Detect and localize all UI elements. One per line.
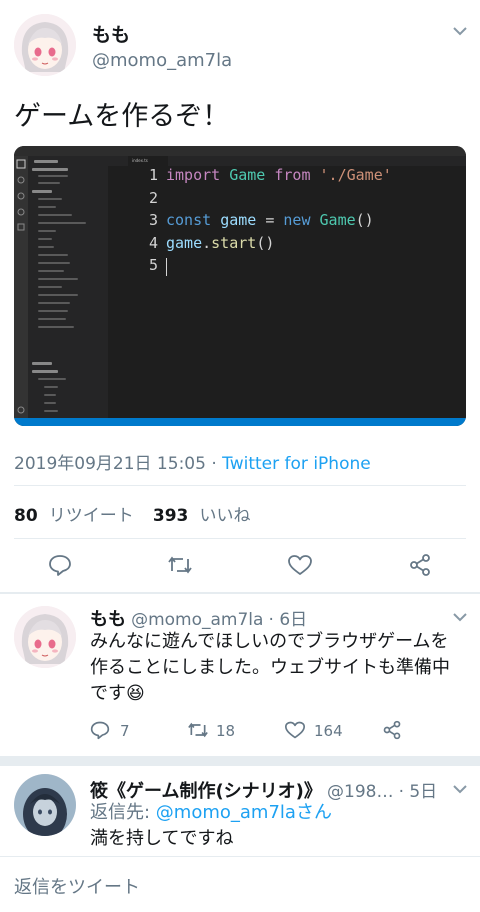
avatar[interactable] — [14, 14, 76, 76]
chevron-down-icon[interactable] — [452, 784, 468, 794]
code-line-number: 5 — [148, 256, 158, 274]
tweet-handle[interactable]: @momo_am7la — [92, 50, 232, 71]
code-line-number: 4 — [148, 233, 158, 252]
like-count[interactable]: 393 — [153, 506, 189, 526]
like-icon[interactable] — [287, 553, 313, 577]
divider — [14, 538, 466, 539]
reply-icon[interactable] — [48, 553, 72, 577]
section-separator — [0, 756, 480, 766]
tweet-text: ゲームを作るぞ！ — [14, 101, 230, 132]
reply-text-line: 作ることにしました。ウェブサイトも準備中 — [90, 657, 450, 678]
reply-text: みんなに遊んでほしいのでブラウザゲームを 作ることにしました。ウェブサイトも準備… — [90, 629, 470, 707]
editor-tab: index.ts — [128, 156, 168, 166]
like-icon[interactable] — [284, 720, 306, 740]
reply-icon[interactable] — [90, 720, 110, 740]
code-line: const game = new Game() — [166, 211, 374, 229]
avatar[interactable] — [14, 606, 76, 668]
code-line: game.start() — [166, 233, 275, 252]
code-line-number: 2 — [148, 188, 158, 207]
tweet-counts: 80 リツイート 393 いいね — [14, 501, 250, 526]
reply-handle[interactable]: @momo_am7la — [131, 610, 263, 630]
share-icon[interactable] — [382, 720, 402, 740]
editor-titlebar — [14, 146, 466, 156]
divider — [14, 485, 466, 486]
meta-separator: · — [205, 454, 223, 474]
text-cursor — [166, 258, 167, 276]
like-label[interactable]: いいね — [199, 506, 250, 526]
reply-compose-placeholder[interactable]: 返信をツイート — [14, 873, 140, 899]
reply-count: 7 — [120, 722, 130, 740]
editor-statusbar — [14, 418, 466, 426]
reply-time: · 5日 — [398, 782, 438, 802]
retweet-count: 18 — [216, 722, 236, 740]
reply-display-name[interactable]: 筱《ゲーム制作(シナリオ)》 — [90, 781, 322, 802]
explorer-sidebar — [28, 156, 108, 418]
section-separator — [0, 592, 480, 594]
reply-handle[interactable]: @198… — [327, 782, 393, 802]
reply-display-name[interactable]: もも — [90, 609, 126, 630]
reply-to-handle[interactable]: @momo_am7laさん — [156, 802, 332, 823]
code-line-number: 1 — [148, 166, 158, 184]
retweet-icon[interactable] — [186, 720, 210, 740]
reply-text-line: です😆 — [90, 683, 145, 704]
reply-header: もも @momo_am7la · 6日 — [90, 605, 307, 631]
retweet-icon[interactable] — [166, 553, 194, 577]
code-line: import Game from './Game' — [166, 166, 392, 184]
editor-tabbar: index.ts — [108, 156, 466, 166]
chevron-down-icon[interactable] — [452, 612, 468, 622]
code-line-number: 3 — [148, 211, 158, 229]
reply-to-line: 返信先: @momo_am7laさん — [90, 800, 332, 826]
tweet-meta: 2019年09月21日 15:05 · Twitter for iPhone — [14, 449, 371, 474]
share-icon[interactable] — [408, 553, 432, 577]
chevron-down-icon[interactable] — [452, 26, 468, 36]
tweet-timestamp: 2019年09月21日 15:05 — [14, 454, 206, 474]
reply-to-prefix: 返信先: — [90, 802, 156, 823]
activity-bar — [14, 156, 28, 418]
tweet-display-name[interactable]: もも — [92, 20, 130, 47]
like-count: 164 — [314, 722, 343, 740]
avatar[interactable] — [14, 774, 76, 836]
retweet-count[interactable]: 80 — [14, 506, 38, 526]
reply-compose-bar[interactable]: 返信をツイート — [0, 856, 480, 912]
tweet-source-link[interactable]: Twitter for iPhone — [222, 454, 371, 474]
retweet-label[interactable]: リツイート — [49, 506, 134, 526]
reply-time: · 6日 — [268, 610, 308, 630]
code-editor-area — [108, 156, 466, 418]
reply-text-line: みんなに遊んでほしいのでブラウザゲームを — [90, 631, 449, 652]
reply-text-line: 満を持してですね — [90, 828, 234, 849]
tweet-media-image[interactable]: index.ts 1 import Game from './Game' 2 3 con… — [14, 146, 466, 426]
